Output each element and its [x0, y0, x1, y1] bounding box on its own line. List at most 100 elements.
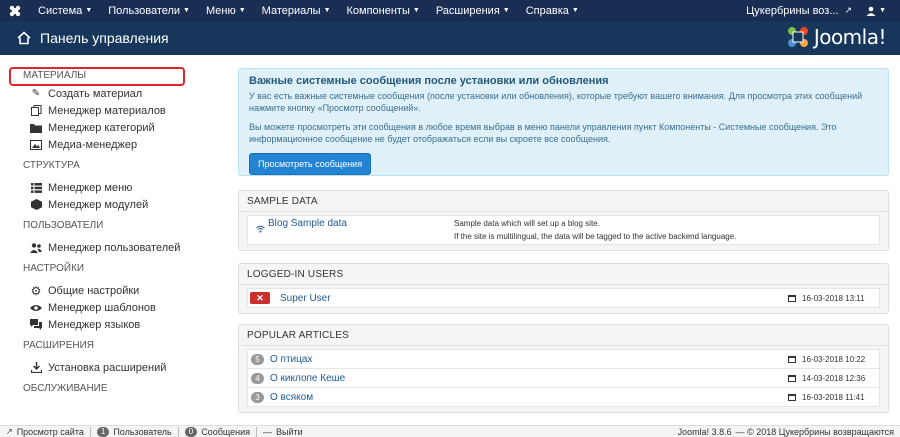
sidebar-section-structure: СТРУКТУРА: [23, 160, 80, 171]
hits-badge: 3: [251, 391, 264, 403]
date-text: 16-03-2018 11:41: [802, 392, 865, 402]
sidebar-item-install[interactable]: Установка расширений: [30, 359, 225, 376]
panel-body: ✕ Super User 16-03-2018 13:11: [239, 285, 888, 313]
sidebar-section-settings: НАСТРОЙКИ: [23, 263, 85, 274]
view-site-label: Просмотр сайта: [16, 426, 84, 437]
page-title: Панель управления: [40, 30, 169, 46]
eye-icon: [30, 302, 42, 314]
article-link[interactable]: О птицах: [270, 354, 312, 365]
sidebar-top-gap: [0, 55, 225, 70]
user-menu[interactable]: ▼: [860, 6, 900, 16]
menu-users[interactable]: Пользователи ▼: [100, 0, 198, 21]
logout-link[interactable]: — Выйти: [257, 427, 309, 437]
menu-system[interactable]: Система ▼: [30, 0, 100, 21]
sidebar-item-articles[interactable]: Менеджер материалов: [30, 102, 225, 119]
sidebar-item-templates[interactable]: Менеджер шаблонов: [30, 299, 225, 316]
user-name-link[interactable]: Super User: [280, 293, 331, 304]
cog-icon: ⚙: [30, 283, 42, 298]
article-date: 16-03-2018 11:41: [788, 393, 865, 402]
article-link[interactable]: О всяком: [270, 392, 313, 403]
system-messages-alert: Важные системные сообщения после установ…: [238, 68, 889, 176]
joomla-logo-icon[interactable]: [0, 0, 30, 21]
logged-in-users-panel: LOGGED-IN USERS ✕ Super User 16-03-2018 …: [238, 263, 889, 314]
status-bar: ↗ Просмотр сайта 1 Пользователь 0 Сообще…: [0, 425, 900, 437]
panel-title: SAMPLE DATA: [239, 191, 888, 212]
external-link-icon: ↗: [844, 5, 853, 15]
sidebar-item-menus[interactable]: Менеджер меню: [30, 179, 225, 196]
sidebar-item-label: Создать материал: [48, 87, 143, 100]
menu-content[interactable]: Материалы ▼: [254, 0, 339, 21]
alert-text: У вас есть важные системные сообщения (п…: [249, 91, 863, 113]
date-text: 14-03-2018 12:36: [802, 373, 866, 383]
view-site-link[interactable]: ↗ Просмотр сайта: [0, 427, 90, 437]
site-link[interactable]: Цукербрины воз... ↗: [738, 5, 860, 17]
joomla-wordmark: Joomla!: [813, 25, 887, 49]
cube-icon: [30, 199, 42, 211]
sidebar-item-categories[interactable]: Менеджер категорий: [30, 119, 225, 136]
sidebar-item-modules[interactable]: Менеджер модулей: [30, 196, 225, 213]
hits-badge: 5: [251, 353, 264, 365]
sidebar-item-label: Менеджер шаблонов: [48, 301, 156, 314]
joomla-brand-icon: [787, 27, 808, 47]
sidebar-item-label: Менеджер материалов: [48, 104, 166, 117]
sidebar-item-media[interactable]: Медиа-менеджер: [30, 136, 225, 153]
menu-help[interactable]: Справка ▼: [518, 0, 587, 21]
messages-label: Сообщения: [201, 426, 251, 437]
sidebar-item-new-article[interactable]: ✎ Создать материал: [30, 85, 225, 102]
table-row: 4 О киклопе Кеше 14-03-2018 12:36: [247, 368, 880, 388]
sidebar-section-extensions: РАСШИРЕНИЯ: [23, 340, 94, 351]
sidebar-item-label: Менеджер категорий: [48, 121, 155, 134]
menu-extensions-label: Расширения: [435, 4, 500, 17]
sidebar-item-label: Общие настройки: [48, 284, 140, 297]
sidebar-item-languages[interactable]: Менеджер языков: [30, 316, 225, 333]
article-link[interactable]: О киклопе Кеше: [270, 373, 345, 384]
menu-menus[interactable]: Меню ▼: [198, 0, 254, 21]
logout-user-button[interactable]: ✕: [250, 292, 270, 304]
minus-icon: —: [263, 426, 273, 437]
sidebar-item-global-config[interactable]: ⚙ Общие настройки: [30, 282, 225, 299]
caret-down-icon: ▼: [183, 7, 190, 14]
date-text: 16-03-2018 10:22: [802, 354, 866, 364]
sidebar-item-users[interactable]: Менеджер пользователей: [30, 239, 225, 256]
menu-menus-label: Меню: [205, 4, 236, 17]
sidebar-section-users: ПОЛЬЗОВАТЕЛИ: [23, 220, 104, 231]
pencil-icon: ✎: [31, 88, 41, 99]
sample-data-desc: If the site is multilingual, the data wi…: [454, 232, 737, 241]
table-row: 3 О всяком 16-03-2018 11:41: [247, 387, 880, 407]
popular-articles-panel: POPULAR ARTICLES 5 О птицах 16-03-2018 1…: [238, 324, 889, 413]
panel-body: Blog Sample data Sample data which will …: [239, 212, 888, 250]
caret-down-icon: ▼: [323, 7, 331, 14]
menu-extensions[interactable]: Расширения ▼: [428, 0, 518, 21]
sidebar: МАТЕРИАЛЫ ✎ Создать материал Менеджер мат…: [0, 55, 225, 425]
menu-components[interactable]: Компоненты ▼: [339, 0, 428, 21]
logout-label: Выйти: [276, 426, 303, 437]
sidebar-section-maintenance: ОБСЛУЖИВАНИЕ: [23, 383, 108, 394]
users-count-badge: 1: [96, 426, 110, 437]
external-link-icon: ↗: [6, 427, 13, 436]
top-navbar: Система ▼ Пользователи ▼ Меню ▼ Материалы ▼ …: [0, 0, 900, 21]
menu-content-label: Материалы: [261, 4, 321, 17]
copyright-text: — © 2018 Цукербрины возвращаются: [735, 426, 894, 437]
caret-down-icon: ▼: [571, 7, 579, 14]
users-icon: [30, 242, 42, 254]
version-text: Joomla! 3.8.6: [677, 426, 732, 437]
menu-users-label: Пользователи: [108, 4, 181, 17]
home-icon: [17, 31, 31, 45]
messages-link[interactable]: 0 Сообщения: [179, 426, 256, 437]
sidebar-item-label: Медиа-менеджер: [48, 138, 138, 151]
main-content: Важные системные сообщения после установ…: [238, 68, 889, 413]
calendar-icon: [788, 356, 796, 363]
menu-help-label: Справка: [525, 4, 569, 17]
view-messages-button[interactable]: Просмотреть сообщения: [249, 153, 372, 175]
users-label: Пользователь: [113, 426, 172, 437]
caret-down-icon: ▼: [85, 7, 93, 14]
blog-sample-data-link[interactable]: Blog Sample data: [268, 218, 347, 229]
menu-components-label: Компоненты: [346, 4, 410, 17]
caret-down-icon: ▼: [502, 7, 510, 14]
sidebar-item-label: Менеджер модулей: [48, 198, 149, 211]
sidebar-item-label: Менеджер меню: [48, 181, 133, 194]
list-icon: [30, 182, 42, 194]
online-users-link[interactable]: 1 Пользователь: [91, 426, 178, 437]
panel-body: 5 О птицах 16-03-2018 10:22 4 О киклопе …: [239, 346, 888, 412]
